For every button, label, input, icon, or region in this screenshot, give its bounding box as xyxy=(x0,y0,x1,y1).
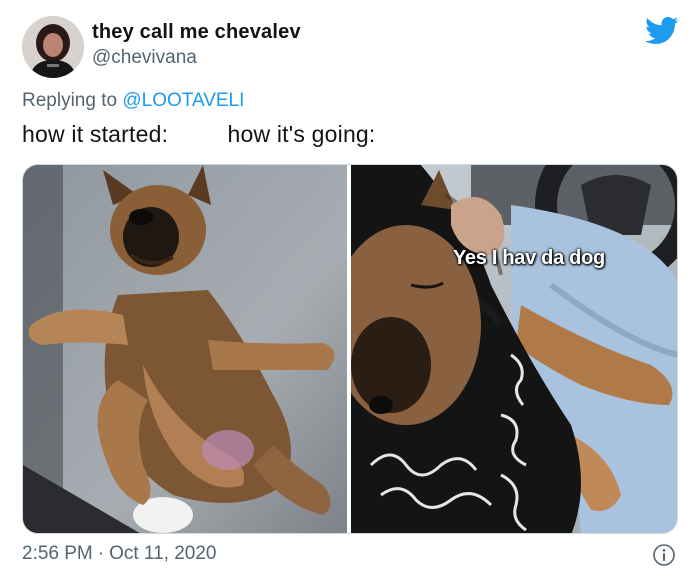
author-avatar[interactable] xyxy=(22,16,84,78)
replying-prefix: Replying to xyxy=(22,90,118,111)
image-caption: Yes I hav da dog xyxy=(453,247,605,269)
tweet-timestamp[interactable]: 2:56 PM · Oct 11, 2020 xyxy=(22,543,216,565)
tweet: they call me chevalev @chevivana Replyin… xyxy=(0,0,700,582)
media-grid: Yes I hav da dog xyxy=(22,164,678,534)
tweet-date: Oct 11, 2020 xyxy=(109,543,217,564)
tweet-text: how it started: how it's going: xyxy=(22,121,376,147)
reply-mention-link[interactable]: @LOOTAVELI xyxy=(122,90,244,111)
tweet-time: 2:56 PM xyxy=(22,543,93,564)
replying-to: Replying to @LOOTAVELI xyxy=(22,90,244,112)
author-display-name[interactable]: they call me chevalev xyxy=(92,21,301,44)
twitter-bird-icon[interactable] xyxy=(645,16,679,46)
author-handle[interactable]: @chevivana xyxy=(92,47,197,69)
timestamp-separator: · xyxy=(97,543,105,564)
puppy-started-photo[interactable] xyxy=(23,165,347,533)
puppy-going-photo[interactable]: Yes I hav da dog xyxy=(351,165,677,533)
info-icon[interactable] xyxy=(652,543,676,567)
